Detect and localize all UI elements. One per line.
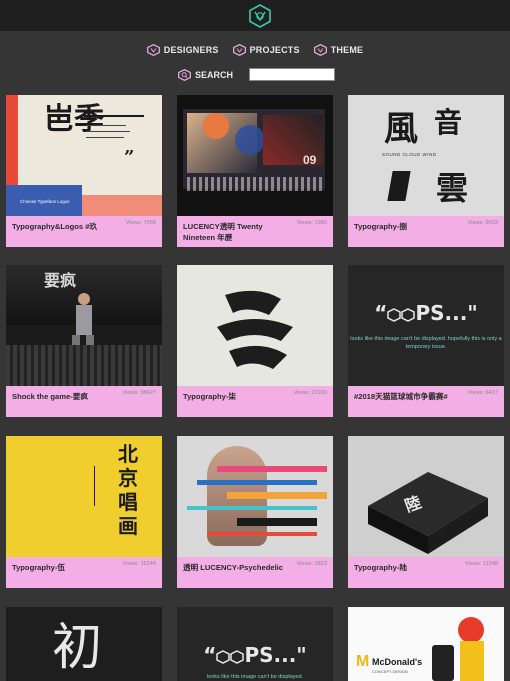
nav-projects[interactable]: PROJECTS (232, 44, 300, 56)
hexagon-logo-icon[interactable] (249, 4, 271, 28)
oops-logo-icon (387, 307, 416, 322)
thumb-caption: Chinese Typeface Logos (20, 199, 70, 204)
card-views: Views: 7668 (125, 220, 156, 226)
card-title: Typography-伍 (12, 563, 66, 572)
card-views: Views: 38427 (122, 390, 156, 396)
project-thumbnail (177, 436, 333, 557)
project-card[interactable]: 透明 LUCENCY-Psychedelic Views: 2823 (177, 436, 333, 588)
project-thumbnail: 要疯 (6, 265, 162, 386)
project-card[interactable]: Typography-柒 Views: 21930 (177, 265, 333, 417)
card-title: Typography-捌 (354, 222, 408, 231)
search-bar: SEARCH (178, 68, 336, 81)
project-thumbnail: 陸 (348, 436, 504, 557)
hexagon-icon (232, 44, 246, 56)
nav-projects-label: PROJECTS (249, 45, 300, 55)
project-thumbnail: M McDonald's CONCEPT DESIGN (348, 607, 504, 681)
oops-logo-icon (216, 649, 245, 664)
project-thumbnail: “PS..." looks like this image can't be d… (348, 265, 504, 386)
thumb-caption: 北京 唱 画 (118, 442, 138, 538)
project-thumbnail: 09 (177, 95, 333, 216)
project-card[interactable]: 北京 唱 画 Typography-伍 Views: 16344 (6, 436, 162, 588)
nav-theme-label: THEME (330, 45, 364, 55)
thumb-caption: McDonald's (372, 657, 423, 667)
oops-message: looks like this image can't be displayed… (206, 674, 304, 680)
card-views: Views: 21930 (293, 390, 327, 396)
mcdonalds-logo-icon: M (356, 653, 370, 670)
main-nav: DESIGNERS PROJECTS THEME (0, 44, 510, 56)
oops-text: PS..." (415, 301, 478, 325)
card-title: #2018天猫篮球城市争霸赛# (354, 392, 448, 401)
card-title: Typography&Logos #玖 (12, 222, 98, 231)
project-card[interactable]: M McDonald's CONCEPT DESIGN (348, 607, 504, 681)
thumb-caption: 要疯 (44, 273, 77, 290)
search-input[interactable] (249, 68, 336, 81)
project-thumbnail: 風 音 雲 SOUND CLOUD WIND (348, 95, 504, 216)
project-thumbnail: 岜季 ” Chinese Typeface Logos (6, 95, 162, 216)
project-card[interactable]: 初 (6, 607, 162, 681)
project-thumbnail: “PS..." looks like this image can't be d… (177, 607, 333, 681)
card-views: Views: 9033 (467, 220, 498, 226)
project-thumbnail (177, 265, 333, 386)
thumb-caption: 09 (303, 153, 317, 167)
project-thumbnail: 初 (6, 607, 162, 681)
card-views: Views: 1980 (296, 220, 327, 226)
project-thumbnail: 北京 唱 画 (6, 436, 162, 557)
search-label: SEARCH (195, 69, 234, 80)
project-card[interactable]: 風 音 雲 SOUND CLOUD WIND Typography-捌 View… (348, 95, 504, 247)
search-icon (178, 68, 191, 81)
thumb-caption: 初 (52, 618, 102, 676)
block-graphic: 陸 (368, 472, 488, 554)
card-title: Typography-陆 (354, 563, 408, 572)
typography-graphic (217, 290, 293, 369)
project-card[interactable]: “PS..." looks like this image can't be d… (348, 265, 504, 417)
nav-theme[interactable]: THEME (313, 44, 364, 56)
oops-message: looks like this image can't be displayed… (350, 336, 502, 350)
project-card[interactable]: 要疯 Shock the game-要疯 Views: 38427 (6, 265, 162, 417)
project-card[interactable]: 陸 Typography-陆 Views: 11348 (348, 436, 504, 588)
thumb-caption: SOUND CLOUD WIND (382, 152, 437, 157)
nav-designers[interactable]: DESIGNERS (146, 44, 219, 56)
hexagon-icon (146, 44, 160, 56)
card-title: 透明 LUCENCY-Psychedelic (183, 563, 284, 572)
card-views: Views: 11348 (464, 561, 498, 567)
project-card[interactable]: “PS..." looks like this image can't be d… (177, 607, 333, 681)
card-views: Views: 16344 (122, 561, 156, 567)
oops-text: PS..." (244, 643, 307, 667)
nav-designers-label: DESIGNERS (163, 45, 219, 55)
card-title: Shock the game-要疯 (12, 392, 88, 401)
card-title: Typography-柒 (183, 392, 237, 401)
thumb-subcaption: CONCEPT DESIGN (372, 669, 408, 674)
project-card[interactable]: 09 LUCENCY透明 Twenty Nineteen 年歷 Views: 1… (177, 95, 333, 247)
card-views: Views: 2823 (296, 561, 327, 567)
hexagon-icon (313, 44, 327, 56)
card-title: LUCENCY透明 Twenty Nineteen 年歷 (183, 222, 263, 242)
card-views: Views: 6437 (467, 390, 498, 396)
project-card[interactable]: 岜季 ” Chinese Typeface Logos Typography&L… (6, 95, 162, 247)
top-bar (0, 0, 510, 31)
